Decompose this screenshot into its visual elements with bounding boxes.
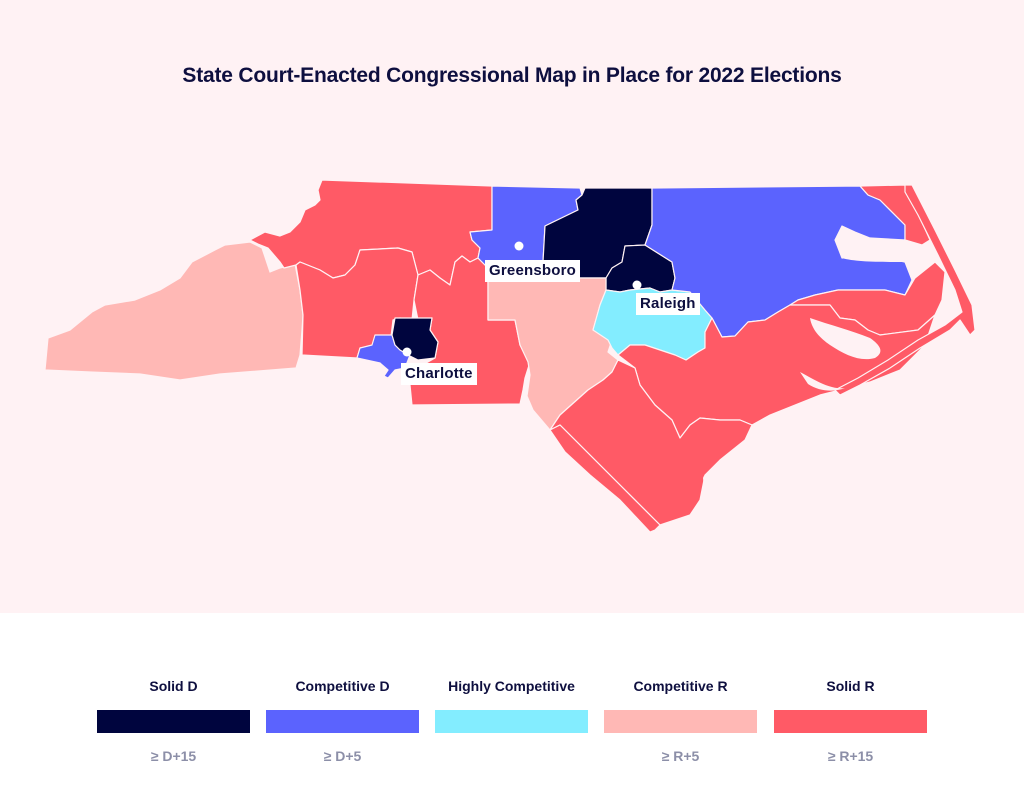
legend-threshold (435, 747, 588, 765)
city-label-charlotte: Charlotte (401, 363, 477, 385)
raleigh-marker (632, 280, 642, 290)
legend-swatch (435, 710, 588, 733)
legend-label: Competitive R (633, 678, 728, 694)
district-western-mountains[interactable] (44, 241, 304, 381)
charlotte-marker (402, 347, 412, 357)
legend-threshold: ≥ D+5 (323, 748, 362, 764)
legend-label: Solid D (149, 678, 198, 694)
legend-swatch (97, 710, 250, 733)
city-label-greensboro: Greensboro (485, 260, 581, 282)
legend-threshold: ≥ R+15 (827, 748, 874, 764)
legend-item-solid-d: Solid D ≥ D+15 (97, 676, 250, 765)
cape-fear-river (703, 474, 710, 502)
greensboro-marker (514, 241, 524, 251)
legend-swatch (266, 710, 419, 733)
legend-swatch (774, 710, 927, 733)
legend-label: Competitive D (295, 678, 390, 694)
legend-item-solid-r: Solid R ≥ R+15 (774, 676, 927, 765)
legend-threshold: ≥ R+5 (661, 748, 700, 764)
legend-label: Highly Competitive (448, 678, 575, 694)
legend-threshold: ≥ D+15 (150, 748, 197, 764)
legend-label: Solid R (826, 678, 875, 694)
legend-item-competitive-r: Competitive R ≥ R+5 (604, 676, 757, 765)
legend-swatch (604, 710, 757, 733)
legend-item-highly-competitive: Highly Competitive (435, 676, 588, 765)
nc-congressional-map (44, 179, 976, 533)
legend-item-competitive-d: Competitive D ≥ D+5 (266, 676, 419, 765)
city-label-raleigh: Raleigh (636, 293, 700, 315)
